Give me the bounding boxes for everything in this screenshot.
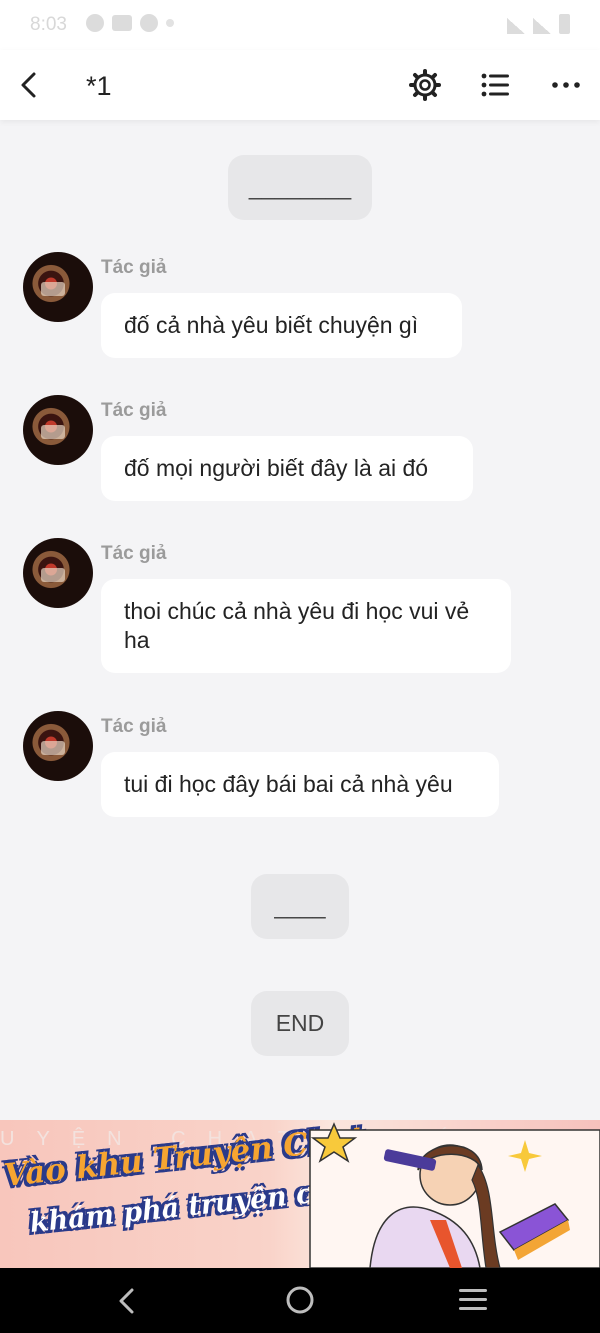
promo-banner[interactable]: UYỆN CHAT. KHÁM PHÁ Vào khu Truyện Chat,… — [0, 1120, 600, 1268]
back-icon[interactable] — [14, 68, 44, 102]
message-bubble: tui đi học đây bái bai cả nhà yêu — [101, 752, 499, 817]
notification-icons — [86, 14, 174, 32]
author-name: Tác giả — [101, 543, 167, 564]
separator-pill-top: ________ — [228, 155, 372, 220]
end-label: END — [275, 1010, 325, 1036]
status-bar: 8:03 — [0, 0, 600, 50]
gear-notification-icon — [86, 14, 104, 32]
author-name: Tác giả — [101, 257, 167, 278]
app-notification-icon — [112, 15, 132, 31]
system-navigation-bar — [0, 1268, 600, 1333]
message-bubble: đố mọi người biết đây là ai đó — [101, 436, 473, 501]
top-app-bar: *1 — [0, 50, 600, 120]
author-name: Tác giả — [101, 400, 167, 421]
author-avatar[interactable] — [23, 395, 93, 465]
message-notification-icon — [140, 14, 158, 32]
more-icon[interactable] — [548, 67, 584, 103]
wifi-icon — [507, 18, 525, 34]
nav-recents-icon[interactable] — [456, 1285, 490, 1315]
status-time: 8:03 — [30, 14, 67, 35]
banner-character-illustration — [309, 1122, 600, 1268]
nav-home-icon[interactable] — [284, 1284, 316, 1316]
author-name: Tác giả — [101, 716, 167, 737]
message-text: thoi chúc cả nhà yêu đi học vui vẻ ha — [124, 598, 470, 653]
end-pill: END — [251, 991, 349, 1056]
signal-icon — [533, 18, 551, 34]
system-status-icons — [507, 14, 570, 34]
separator-text: ____ — [274, 893, 326, 919]
author-avatar[interactable] — [23, 252, 93, 322]
author-avatar[interactable] — [23, 538, 93, 608]
list-icon[interactable] — [478, 67, 512, 103]
message-text: tui đi học đây bái bai cả nhà yêu — [124, 771, 453, 797]
message-bubble: thoi chúc cả nhà yêu đi học vui vẻ ha — [101, 579, 511, 673]
message-text: đố mọi người biết đây là ai đó — [124, 455, 429, 481]
dot-notification-icon — [166, 19, 174, 27]
separator-pill-mid: ____ — [251, 874, 349, 939]
chapter-title: *1 — [86, 71, 112, 101]
message-text: đố cả nhà yêu biết chuyện gì — [124, 312, 419, 338]
separator-text: ________ — [248, 174, 352, 200]
nav-back-icon[interactable] — [112, 1286, 142, 1316]
author-avatar[interactable] — [23, 711, 93, 781]
battery-icon — [559, 14, 570, 34]
settings-icon[interactable] — [407, 67, 443, 103]
message-bubble: đố cả nhà yêu biết chuyện gì — [101, 293, 462, 358]
